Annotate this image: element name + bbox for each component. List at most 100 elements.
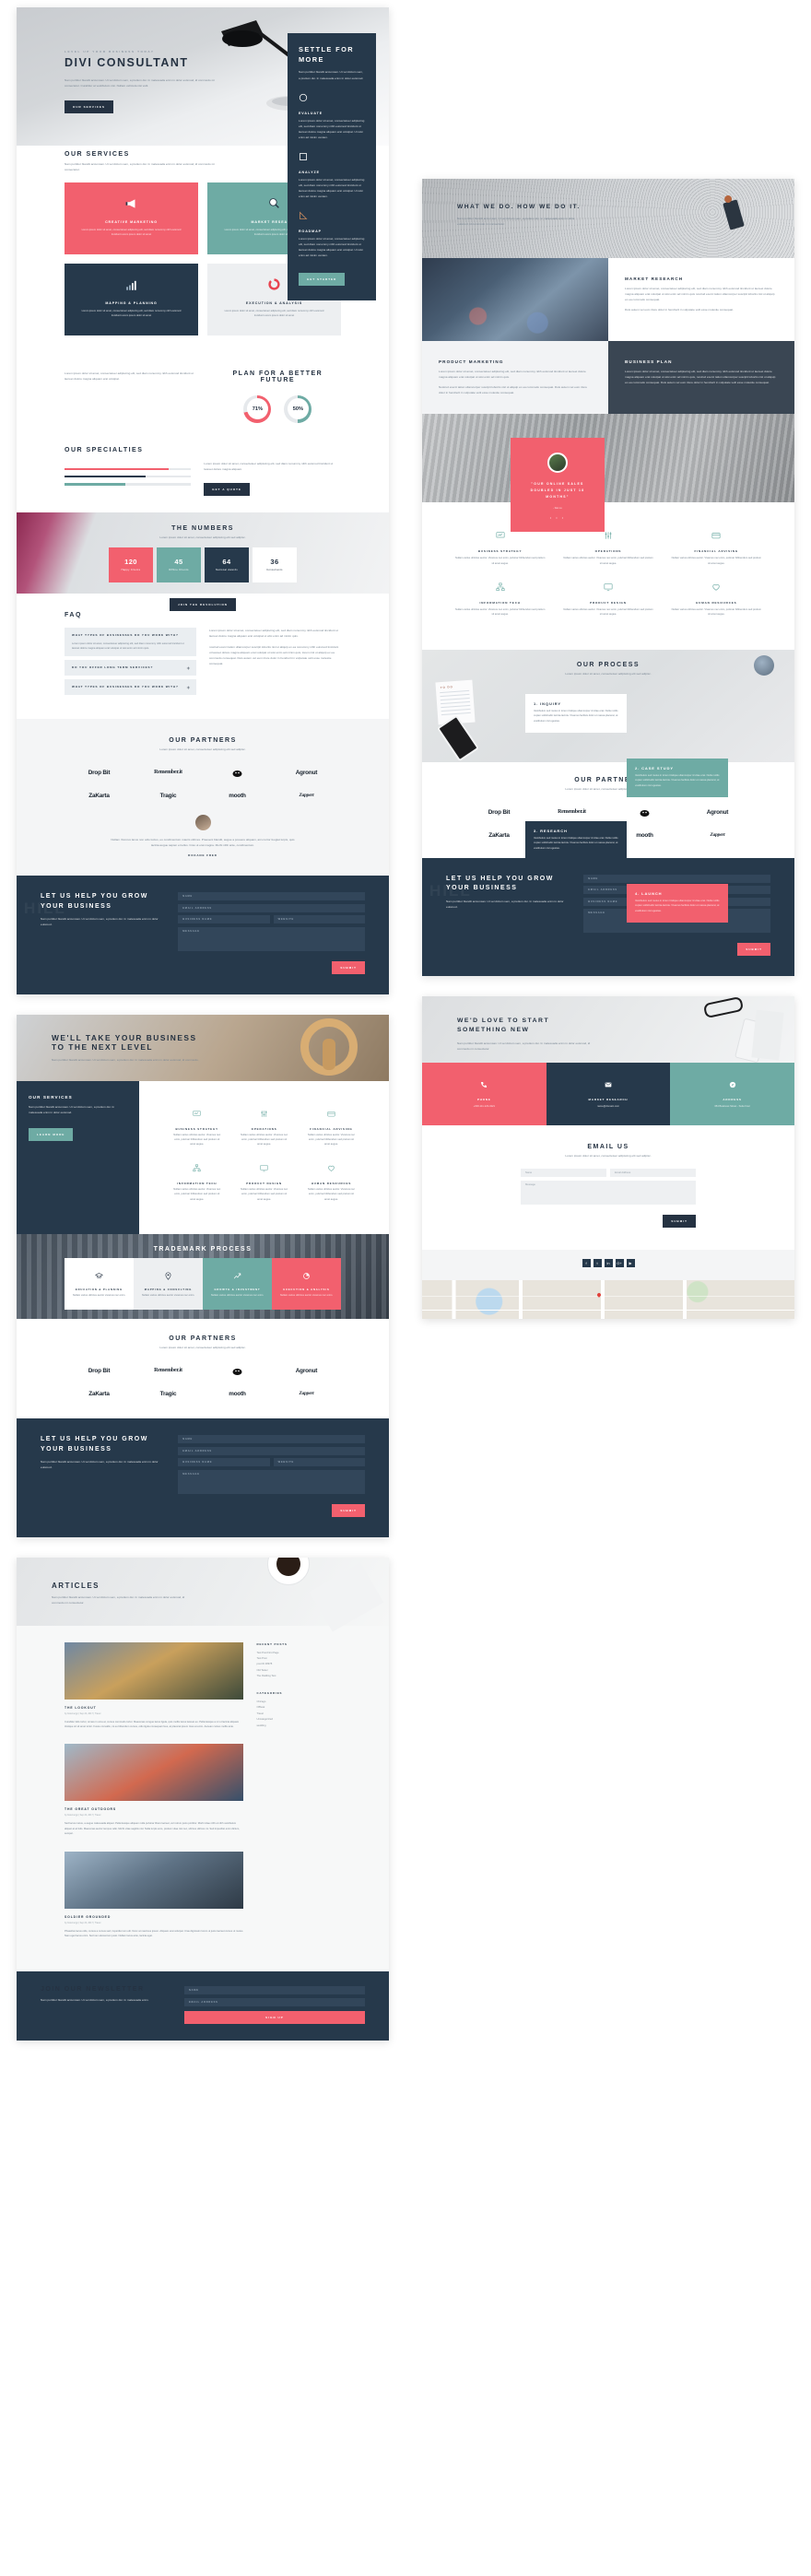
contact-page-preview[interactable]: WE'D LOVE TO START SOMETHING NEW Nam por…: [422, 996, 794, 1319]
cta-title: LET US HELP YOU GROW YOUR BUSINESS: [41, 1436, 148, 1453]
business-name-field[interactable]: BUSINESS NAME: [178, 1458, 270, 1467]
trademark-cell[interactable]: EDUCATION & PLANNING Nullam varius ultri…: [65, 1257, 134, 1310]
blog-page-preview[interactable]: ARTICLES Nam porttitor blandit accumsan.…: [17, 1557, 389, 2041]
partner-logo[interactable]: Drop Bit: [65, 1361, 134, 1384]
icon-cell[interactable]: OPERATIONS Nullam varius ultricies aucto…: [230, 1101, 298, 1156]
faq-item[interactable]: DO YOU OFFER LONG TERM SERVICES? ✛: [65, 660, 196, 676]
icon-cell[interactable]: HUMAN RESOURCES Nullam varius ultricies …: [663, 574, 770, 626]
partner-logo-blob[interactable]: [203, 1361, 272, 1384]
icon-cell[interactable]: INFORMATION TECH Nullam varius ultricies…: [163, 1156, 230, 1210]
icon-cell[interactable]: BUSINESS STRATEGY Nullam varius ultricie…: [163, 1101, 230, 1156]
youtube-icon[interactable]: ▶: [626, 1258, 635, 1267]
home-page-preview[interactable]: LEVEL UP YOUR BUSINESS TODAY DIVI CONSUL…: [17, 7, 389, 994]
services-page-preview[interactable]: WE'LL TAKE YOUR BUSINESS TO THE NEXT LEV…: [17, 1014, 389, 1537]
partner-logo[interactable]: Remember.it: [134, 1361, 203, 1384]
icon-cell[interactable]: PRODUCT DESIGN Nullam varius ultricies a…: [230, 1156, 298, 1210]
partner-logo[interactable]: Drop Bit: [65, 763, 134, 786]
contact-submit-button[interactable]: SUBMIT: [663, 1214, 696, 1228]
partner-logo[interactable]: Tragic: [134, 1384, 203, 1404]
trademark-cell[interactable]: EXECUTION & ANALYSIS Nullam varius ultri…: [272, 1257, 341, 1310]
trademark-cell[interactable]: GROWTH & INVESTMENT Nullam varius ultric…: [203, 1257, 272, 1310]
partner-logo[interactable]: Remember.it: [134, 763, 203, 786]
icon-cell[interactable]: INFORMATION TECH Nullam varius ultricies…: [446, 574, 554, 626]
faq-item[interactable]: WHAT TYPES OF BUSINESSES DO YOU WORK WIT…: [65, 627, 196, 657]
category-link[interactable]: wedding: [256, 1723, 341, 1729]
carousel-dots[interactable]: • • •: [522, 515, 594, 520]
business-name-field[interactable]: BUSINESS NAME: [178, 915, 270, 924]
service-card-body: Lorem ipsum dolor sit amet, consectetuer…: [81, 309, 182, 318]
trademark-cell[interactable]: MAPPING & CONSULTING Nullam varius ultri…: [134, 1257, 203, 1310]
linkedin-icon[interactable]: in: [604, 1258, 613, 1267]
partner-logo[interactable]: ZaKarta: [65, 786, 134, 806]
name-field[interactable]: NAME: [178, 1435, 365, 1444]
partner-logo[interactable]: mooth: [203, 786, 272, 806]
post-item[interactable]: THE GREAT OUTDOORS by bsturnergp | Sep 2…: [65, 1744, 244, 1836]
faq-item[interactable]: WHAT TYPES OF BUSINESSES DO YOU WORK WIT…: [65, 679, 196, 695]
contact-message-field[interactable]: Message: [521, 1180, 696, 1205]
join-revolution-button[interactable]: JOIN THE REVOLUTION: [170, 597, 236, 611]
social-links: f t in G+ ▶: [422, 1249, 794, 1280]
service-card[interactable]: MAPPING & PLANNING Lorem ipsum dolor sit…: [65, 263, 198, 335]
contact-block[interactable]: PHONE +000-111-123-4321: [422, 1063, 547, 1125]
contact-email-field[interactable]: Email Address: [610, 1168, 696, 1177]
message-field[interactable]: MESSAGE: [178, 926, 365, 951]
icon-cell[interactable]: FINANCIAL ADVISING Nullam varius ultrici…: [663, 523, 770, 574]
progress-circle-value: 50%: [287, 398, 309, 420]
facebook-icon[interactable]: f: [582, 1258, 591, 1267]
post-item[interactable]: THE LOOKOUT by bsturnergp | Sep 24, 2017…: [65, 1641, 244, 1730]
progress-circle: 71%: [243, 394, 272, 423]
contact-block[interactable]: ADDRESS 354 Business Street - Suite Four: [670, 1063, 794, 1125]
google-plus-icon[interactable]: G+: [615, 1258, 624, 1267]
icon-cell[interactable]: PRODUCT DESIGN Nullam varius ultricies a…: [554, 574, 662, 626]
email-field[interactable]: EMAIL ADDRESS: [178, 1446, 365, 1455]
credit-card-icon: [327, 1111, 335, 1116]
newsletter-email-field[interactable]: EMAIL ADDRESS: [183, 1997, 365, 2006]
partner-logo[interactable]: Zappert: [272, 786, 341, 806]
service-card[interactable]: CREATIVE MARKETING Lorem ipsum dolor sit…: [65, 182, 198, 254]
name-field[interactable]: NAME: [178, 892, 365, 901]
submit-button[interactable]: SUBMIT: [332, 960, 365, 974]
hero-cta-button[interactable]: OUR SERVICES: [65, 100, 113, 113]
partner-logo[interactable]: Agronut: [272, 763, 341, 786]
twitter-icon[interactable]: t: [593, 1258, 602, 1267]
get-a-quote-button[interactable]: GET A QUOTE: [204, 482, 251, 496]
post-title[interactable]: THE LOOKOUT: [65, 1706, 243, 1710]
heart-icon: [712, 583, 720, 591]
name-field[interactable]: NAME: [583, 874, 770, 883]
newsletter-name-field[interactable]: NAME: [183, 1986, 365, 1995]
contact-name-field[interactable]: Name: [521, 1168, 606, 1177]
contact-block-title: ADDRESS: [723, 1098, 742, 1102]
process-step-card[interactable]: 4. LAUNCH Vestibulum sed metus in lorem …: [627, 883, 728, 923]
post-item[interactable]: SOLDIER GROUNDED by bsturnergp | Sep 24,…: [65, 1851, 244, 1939]
partner-logo[interactable]: Tragic: [134, 786, 203, 806]
business-plan-block: BUSINESS PLAN Lorem ipsum dolor sit amet…: [608, 341, 794, 415]
contact-block[interactable]: MARKET RESEARCH name@domain.com: [546, 1063, 671, 1125]
partner-logo-blob[interactable]: [203, 763, 272, 786]
signup-button[interactable]: SIGN UP: [183, 2010, 365, 2024]
recent-post-link[interactable]: The Padding Test: [256, 1674, 341, 1679]
process-step-card[interactable]: 3. RESEARCH Vestibulum sed metus in lore…: [525, 820, 627, 860]
donut-chart-icon: [268, 278, 280, 290]
process-step-card[interactable]: 1. INQUIRY Vestibulum sed metus in lorem…: [525, 693, 627, 733]
about-page-preview[interactable]: WHAT WE DO. HOW WE DO IT. Nam porttitor …: [422, 179, 794, 977]
website-field[interactable]: WEBSITE: [273, 915, 365, 924]
partner-logo[interactable]: mooth: [203, 1384, 272, 1404]
message-field[interactable]: MESSAGE: [178, 1469, 365, 1494]
partner-logo[interactable]: Zappert: [272, 1384, 341, 1404]
post-title[interactable]: SOLDIER GROUNDED: [65, 1915, 243, 1919]
side-panel-cta-button[interactable]: GET STARTED: [299, 272, 346, 286]
submit-button[interactable]: SUBMIT: [737, 943, 770, 957]
side-item-title-0: EVALUATE: [299, 111, 323, 115]
icon-cell-title: PRODUCT DESIGN: [246, 1181, 283, 1185]
icon-cell[interactable]: HUMAN RESOURCES Nullam varius ultricies …: [298, 1156, 365, 1210]
partner-logo[interactable]: Agronut: [272, 1361, 341, 1384]
post-title[interactable]: THE GREAT OUTDOORS: [65, 1807, 243, 1811]
email-field[interactable]: EMAIL ADDRESS: [178, 903, 365, 912]
process-step-card[interactable]: 2. CASE STUDY Vestibulum sed metus in lo…: [627, 758, 728, 797]
submit-button[interactable]: SUBMIT: [332, 1503, 365, 1517]
learn-more-button[interactable]: LEARN MORE: [29, 1127, 74, 1141]
partner-logo[interactable]: ZaKarta: [65, 1384, 134, 1404]
icon-cell[interactable]: FINANCIAL ADVISING Nullam varius ultrici…: [298, 1101, 365, 1156]
website-field[interactable]: WEBSITE: [273, 1458, 365, 1467]
map-section[interactable]: [422, 1279, 794, 1319]
